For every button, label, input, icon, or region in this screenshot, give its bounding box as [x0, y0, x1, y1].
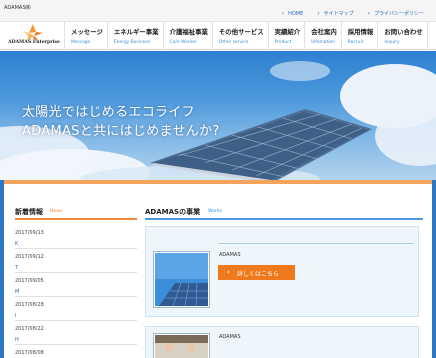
main-content: 新着情報 News 2017/09/13 K 2017/09/12 T 2017… [0, 180, 436, 358]
news-item[interactable]: 2017/09/12 T [15, 249, 137, 273]
news-date: 2017/08/28 [15, 302, 44, 308]
nav-label: 採用情報 [347, 28, 374, 36]
nav-sublabel: Care Worker [169, 40, 197, 45]
news-date: 2017/08/22 [15, 326, 44, 332]
nav-item-message[interactable]: メッセージ Message [64, 22, 107, 50]
news-item[interactable]: 2017/08/28 I [15, 297, 137, 321]
news-date: 2017/09/05 [15, 278, 44, 284]
news-link[interactable]: H [15, 337, 137, 343]
site-name: ADAMAS㈱ [4, 5, 31, 11]
care-thumbnail[interactable] [153, 333, 210, 358]
nav-sublabel: Other service [218, 40, 249, 45]
news-link[interactable]: K [15, 241, 137, 247]
news-item[interactable]: 2017/09/13 K [15, 225, 137, 249]
news-title-en: News [50, 209, 63, 214]
works-title-en: Works [208, 209, 223, 214]
news-list: 2017/09/13 K 2017/09/12 T 2017/09/05 M 2… [15, 225, 137, 358]
works-heading: ADAMASの事業 Works [145, 204, 423, 220]
nav-item-product[interactable]: 実績紹介 Product [267, 22, 305, 50]
nav-sublabel: Product [274, 40, 292, 45]
details-button-label: 詳しくはこちら [237, 271, 280, 278]
nav-item-recruit[interactable]: 採用情報 Recruit [340, 22, 378, 50]
solar-panel-image [155, 253, 208, 307]
work-card: ADAMAS › 詳しくはこちら [145, 226, 419, 317]
nav-label: メッセージ [71, 28, 103, 36]
card-divider [218, 243, 414, 244]
logo-text: ADAMAS Enterprise [8, 40, 60, 45]
solar-panel-thumbnail[interactable] [153, 251, 210, 308]
work-name: ADAMAS [219, 252, 241, 258]
nav-label: エネルギー事業 [113, 28, 159, 36]
utility-links: HOME サイトマップ プライバシーポリシー [282, 10, 424, 17]
hero-banner: 太陽光ではじめるエコライフ ADAMASと共にはじめませんか? [0, 51, 436, 186]
nav-sublabel: Recruit [347, 40, 364, 45]
nav-label: 会社案内 [311, 28, 337, 36]
main-nav: メッセージ Message エネルギー事業 Energy Business 介護… [64, 22, 428, 50]
home-link[interactable]: HOME [282, 10, 303, 17]
nav-label: その他サービス [218, 28, 264, 36]
news-link[interactable]: I [15, 313, 137, 319]
nav-label: お問い合わせ [384, 28, 423, 36]
nav-item-energy-business[interactable]: エネルギー事業 Energy Business [106, 22, 163, 50]
details-button[interactable]: › 詳しくはこちら [218, 265, 295, 280]
nav-sublabel: Energy Business [113, 40, 150, 45]
news-link[interactable]: M [15, 289, 137, 295]
nav-sublabel: Inquiry [384, 40, 400, 45]
nav-sublabel: Infomation [311, 40, 335, 45]
news-item[interactable]: 2017/08/08 [15, 345, 137, 358]
news-title: 新着情報 [15, 208, 43, 216]
news-item[interactable]: 2017/08/22 H [15, 321, 137, 345]
nav-label: 実績紹介 [274, 28, 301, 36]
news-date: 2017/08/08 [15, 350, 44, 356]
sitemap-link[interactable]: サイトマップ [317, 10, 354, 17]
site-header: ADAMAS Enterprise メッセージ Message エネルギー事業 … [0, 22, 436, 50]
hero-headline-1: 太陽光ではじめるエコライフ [22, 105, 195, 120]
care-worker-image [155, 335, 208, 358]
nav-item-infomation[interactable]: 会社案内 Infomation [304, 22, 341, 50]
nav-item-care-worker[interactable]: 介護福祉事業 Care Worker [162, 22, 212, 50]
work-card: ADAMAS [145, 326, 419, 358]
news-item[interactable]: 2017/09/05 M [15, 273, 137, 297]
privacy-policy-link[interactable]: プライバシーポリシー [368, 10, 424, 17]
news-link[interactable]: T [15, 265, 137, 271]
origami-star-icon [23, 24, 43, 41]
work-name: ADAMAS [219, 334, 241, 340]
nav-sublabel: Message [71, 40, 91, 45]
news-heading: 新着情報 News [15, 204, 137, 220]
nav-item-other-service[interactable]: その他サービス Other service [211, 22, 268, 50]
top-utility-bar: ADAMAS㈱ HOME サイトマップ プライバシーポリシー [0, 0, 436, 22]
news-date: 2017/09/13 [15, 230, 44, 236]
hero-headline-2: ADAMASと共にはじめませんか? [22, 124, 220, 139]
chevron-right-icon: › [227, 268, 230, 276]
nav-item-inquiry[interactable]: お問い合わせ Inquiry [377, 22, 428, 50]
news-date: 2017/09/12 [15, 254, 44, 260]
nav-label: 介護福祉事業 [169, 28, 208, 36]
works-title: ADAMASの事業 [145, 208, 201, 216]
site-logo[interactable]: ADAMAS Enterprise [4, 22, 64, 50]
